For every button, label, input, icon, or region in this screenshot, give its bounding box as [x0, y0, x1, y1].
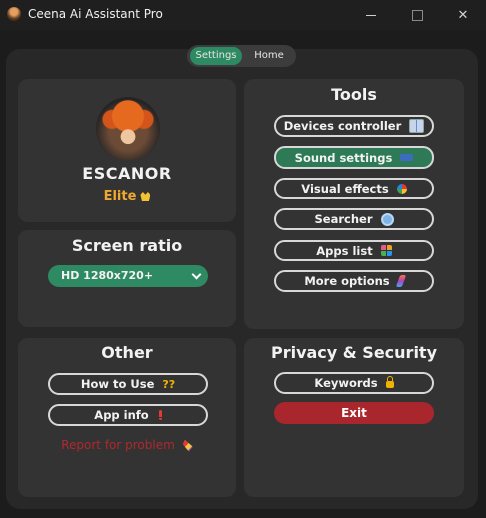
sound-settings-button[interactable]: Sound settings [274, 146, 434, 169]
app-logo-icon [7, 7, 21, 21]
devices-controller-button[interactable]: Devices controller [274, 115, 434, 137]
tab-settings[interactable]: Settings [190, 47, 242, 65]
minimize-button[interactable] [348, 0, 394, 30]
apps-list-label: Apps list [316, 243, 373, 258]
visual-effects-label: Visual effects [301, 181, 389, 196]
lock-icon [385, 376, 394, 388]
maximize-icon [411, 9, 423, 21]
sound-settings-label: Sound settings [294, 150, 393, 165]
more-options-label: More options [304, 274, 390, 288]
rank-label: Elite [103, 189, 137, 204]
more-options-icon [395, 275, 406, 287]
title-bar: Ceena Ai Assistant Pro ✕ [0, 0, 486, 30]
visual-effects-button[interactable]: Visual effects [274, 178, 434, 199]
palette-icon [396, 183, 407, 194]
profile-name: ESCANOR [82, 164, 172, 183]
report-problem-link[interactable]: Report for problem [18, 438, 236, 452]
profile-rank: Elite [18, 189, 236, 204]
pencil-icon [182, 439, 193, 452]
avatar[interactable] [96, 97, 160, 161]
how-to-use-label: How to Use [80, 377, 155, 391]
searcher-button[interactable]: Searcher [274, 208, 434, 230]
screen-ratio-select[interactable]: HD 1280x720+ [48, 265, 208, 287]
maximize-button[interactable] [394, 0, 440, 30]
other-title: Other [101, 343, 153, 362]
crown-icon [140, 192, 151, 201]
sound-icon [400, 154, 414, 161]
report-problem-label: Report for problem [61, 438, 175, 452]
keywords-button[interactable]: Keywords [274, 372, 434, 394]
devices-icon [409, 119, 425, 133]
question-marks-icon: ?? [162, 377, 176, 391]
screen-ratio-value: HD 1280x720+ [61, 269, 154, 282]
more-options-button[interactable]: More options [274, 270, 434, 292]
search-icon [380, 212, 394, 226]
tools-title: Tools [331, 85, 377, 104]
chevron-down-icon [191, 269, 202, 280]
how-to-use-button[interactable]: How to Use?? [48, 373, 208, 395]
window-title: Ceena Ai Assistant Pro [28, 7, 163, 21]
nav-segmented-control: Settings Home [187, 45, 296, 67]
exclamation-icon [158, 410, 162, 420]
tab-home[interactable]: Home [244, 47, 294, 65]
app-info-label: App info [94, 408, 149, 422]
searcher-label: Searcher [314, 212, 373, 226]
apps-list-button[interactable]: Apps list [274, 240, 434, 261]
close-icon: ✕ [457, 7, 469, 23]
screen-ratio-title: Screen ratio [71, 236, 183, 255]
close-button[interactable]: ✕ [440, 0, 486, 30]
devices-controller-label: Devices controller [283, 119, 402, 133]
keywords-label: Keywords [314, 376, 378, 390]
minimize-icon [366, 14, 376, 16]
privacy-title: Privacy & Security [270, 343, 438, 362]
app-info-button[interactable]: App info [48, 404, 208, 426]
exit-button[interactable]: Exit [274, 402, 434, 424]
apps-grid-icon [380, 245, 392, 256]
